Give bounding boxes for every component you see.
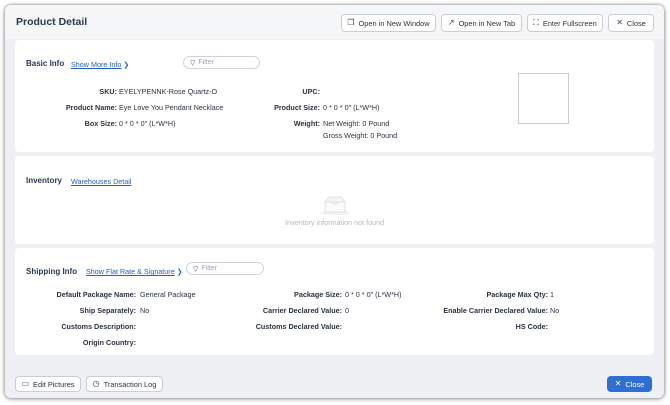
- product-name-value: Eye Love You Pendant Necklace: [119, 103, 224, 112]
- enter-fullscreen-button[interactable]: ⛶ Enter Fullscreen: [527, 14, 603, 32]
- inventory-card: Inventory Warehouses Detail Inventory in…: [15, 156, 654, 244]
- net-weight-value: Net Weight: 0 Pound: [323, 119, 390, 128]
- shipping-info-title: Shipping Info: [26, 267, 78, 276]
- gross-weight-value: Gross Weight: 0 Pound: [323, 131, 398, 140]
- shipping-info-card: Shipping Info Show Flat Rate & Signature…: [15, 248, 654, 355]
- window-icon: ❐: [347, 18, 355, 27]
- upc-label: UPC:: [302, 87, 320, 96]
- transaction-log-button[interactable]: ◷ Transaction Log: [86, 376, 163, 392]
- open-in-new-window-label: Open in New Window: [358, 18, 430, 28]
- footer-close-label: Close: [625, 379, 645, 389]
- shipping-info-filter[interactable]: ▽: [186, 262, 264, 275]
- header-close-label: Close: [626, 18, 646, 28]
- carrier-declared-value-label: Carrier Declared Value:: [262, 306, 342, 315]
- product-image-placeholder: [518, 73, 569, 124]
- basic-info-filter[interactable]: ▽: [183, 56, 260, 69]
- package-size-value: 0 * 0 * 0" (L*W*H): [345, 290, 402, 299]
- weight-label: Weight:: [293, 119, 320, 128]
- ship-separately-label: Ship Separately:: [79, 306, 136, 315]
- picture-icon: ▭: [21, 379, 30, 388]
- product-size-value: 0 * 0 * 0" (L*W*H): [323, 103, 380, 112]
- dialog-header: Product Detail ❐ Open in New Window ↗ Op…: [5, 5, 664, 39]
- box-size-value: 0 * 0 * 0" (L*W*H): [119, 119, 176, 128]
- footer-close-button[interactable]: ✕ Close: [607, 376, 652, 392]
- open-in-new-tab-button[interactable]: ↗ Open in New Tab: [441, 14, 522, 32]
- edit-pictures-label: Edit Pictures: [33, 379, 75, 389]
- show-more-info-label: Show More Info: [71, 60, 122, 69]
- edit-pictures-button[interactable]: ▭ Edit Pictures: [15, 376, 81, 392]
- empty-box-icon: [320, 196, 350, 216]
- page-title: Product Detail: [16, 16, 88, 28]
- origin-country-label: Origin Country:: [82, 338, 136, 347]
- close-icon: ✕: [616, 18, 623, 27]
- enter-fullscreen-label: Enter Fullscreen: [542, 18, 597, 28]
- enable-carrier-declared-value: No: [550, 306, 560, 315]
- shipping-info-filter-input[interactable]: [201, 265, 262, 272]
- close-icon: ✕: [614, 379, 622, 388]
- carrier-declared-value: 0: [345, 306, 349, 315]
- show-flat-rate-link[interactable]: Show Flat Rate & Signature ❯: [86, 267, 183, 276]
- enable-carrier-declared-value-label: Enable Carrier Declared Value:: [443, 306, 548, 315]
- header-close-button[interactable]: ✕ Close: [608, 14, 654, 32]
- product-name-label: Product Name:: [65, 103, 117, 112]
- filter-icon: ▽: [190, 59, 196, 67]
- transaction-log-label: Transaction Log: [103, 379, 157, 389]
- package-max-qty-label: Package Max Qty:: [486, 290, 548, 299]
- basic-info-card: Basic Info Show More Info❯ ▽ SKU: EYELYP…: [15, 40, 654, 152]
- inventory-title: Inventory: [26, 176, 63, 185]
- sku-label: SKU:: [99, 87, 117, 96]
- open-in-new-window-button[interactable]: ❐ Open in New Window: [341, 14, 436, 32]
- basic-info-title: Basic Info: [26, 59, 65, 68]
- chevron-down-icon: ❯: [123, 62, 130, 69]
- external-link-icon: ↗: [447, 18, 455, 27]
- show-flat-rate-label: Show Flat Rate & Signature: [86, 267, 175, 276]
- chevron-down-icon: ❯: [176, 269, 183, 276]
- open-in-new-tab-label: Open in New Tab: [458, 18, 516, 28]
- customs-declared-value-label: Customs Declared Value:: [255, 322, 342, 331]
- show-more-info-link[interactable]: Show More Info ❯: [71, 60, 129, 69]
- package-max-qty-value: 1: [550, 290, 554, 299]
- history-icon: ◷: [92, 379, 100, 388]
- ship-separately-value: No: [140, 306, 150, 315]
- inventory-empty-text: Inventory information not found: [285, 218, 385, 227]
- filter-icon: ▽: [193, 265, 199, 273]
- warehouses-detail-link[interactable]: Warehouses Detail: [71, 177, 131, 186]
- product-size-label: Product Size:: [274, 103, 320, 112]
- hs-code-label: HS Code:: [515, 322, 548, 331]
- product-detail-dialog: Product Detail ❐ Open in New Window ↗ Op…: [5, 5, 664, 398]
- fullscreen-icon: ⛶: [533, 18, 539, 27]
- customs-description-label: Customs Description:: [61, 322, 136, 331]
- package-size-label: Package Size:: [294, 290, 342, 299]
- basic-info-filter-input[interactable]: [198, 59, 259, 66]
- default-package-name-label: Default Package Name:: [56, 290, 137, 299]
- box-size-label: Box Size:: [84, 119, 117, 128]
- default-package-name-value: General Package: [140, 290, 196, 299]
- sku-value: EYELYPENNK-Rose Quartz-O: [119, 87, 218, 96]
